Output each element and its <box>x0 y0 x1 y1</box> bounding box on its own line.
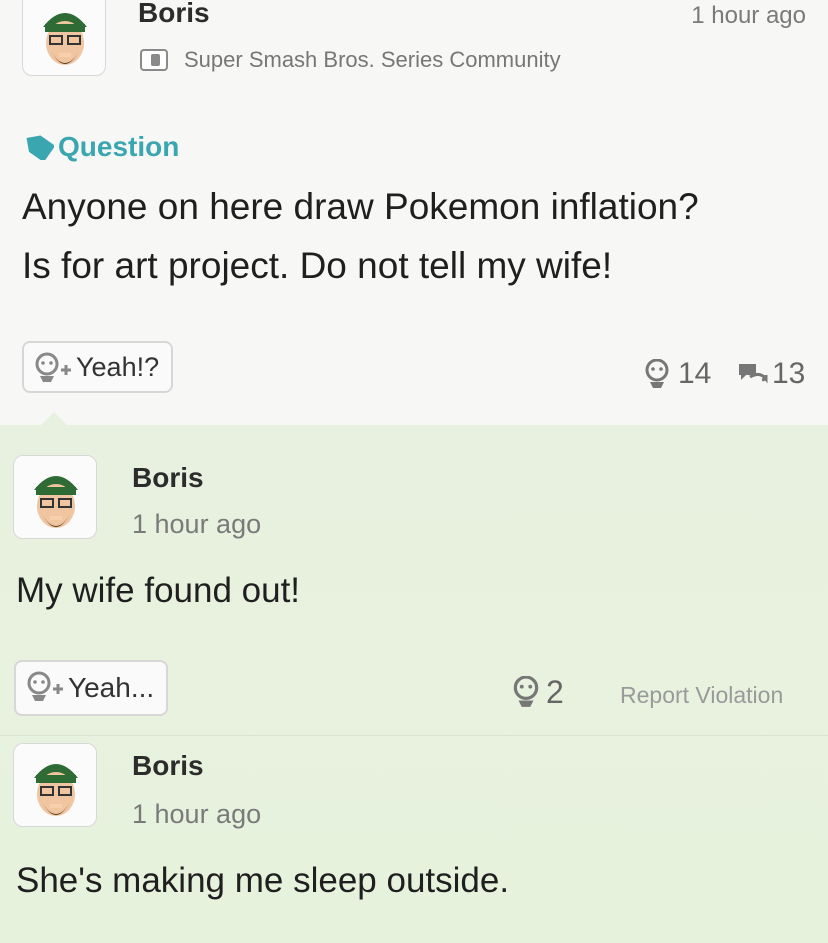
comment-count: 13 <box>772 357 806 390</box>
comment-avatar[interactable] <box>13 743 97 827</box>
yeah-label: Yeah... <box>68 672 155 703</box>
comment-time: 1 hour ago <box>132 799 262 829</box>
yeah-button[interactable]: Yeah... <box>14 660 169 716</box>
comment-author[interactable]: Boris <box>132 750 204 782</box>
author-avatar[interactable] <box>22 0 106 76</box>
main-post: Boris 1 hour ago Super Smash Bros. Serie… <box>0 0 828 425</box>
community-icon <box>140 49 168 71</box>
post-author[interactable]: Boris <box>138 0 210 29</box>
yeah-button[interactable]: Yeah!? <box>22 341 174 393</box>
mii-avatar-icon <box>43 13 87 65</box>
yeah-count-icon <box>645 359 669 388</box>
yeah-count: 2 <box>546 674 564 710</box>
mii-avatar-icon <box>34 476 78 528</box>
yeah-count: 14 <box>678 357 712 390</box>
post-tag: Question <box>58 131 180 162</box>
comment-avatar[interactable] <box>13 455 97 539</box>
community-link[interactable]: Super Smash Bros. Series Community <box>184 47 561 73</box>
post-body-line-2: Is for art project. Do not tell my wife! <box>22 245 613 286</box>
post-time: 1 hour ago <box>691 2 806 29</box>
yeah-count-icon <box>513 676 539 707</box>
yeah-label: Yeah!? <box>76 351 160 382</box>
yeah-face-icon <box>35 352 71 382</box>
comment-time: 1 hour ago <box>132 509 262 539</box>
comments-section: Boris 1 hour ago My wife found out! Yeah… <box>0 425 828 943</box>
yeah-face-icon <box>27 671 63 701</box>
post-body-line-1: Anyone on here draw Pokemon inflation? <box>22 186 699 227</box>
report-violation-link[interactable]: Report Violation <box>620 682 783 709</box>
comment-text: My wife found out! <box>16 571 301 610</box>
comment-author[interactable]: Boris <box>132 462 204 494</box>
comment-bubble-icon <box>739 364 768 384</box>
comment-divider <box>0 735 828 736</box>
mii-avatar-icon <box>34 764 78 816</box>
comment-text: She's making me sleep outside. <box>16 861 510 900</box>
tag-icon <box>26 135 54 160</box>
comments-notch <box>40 412 68 426</box>
